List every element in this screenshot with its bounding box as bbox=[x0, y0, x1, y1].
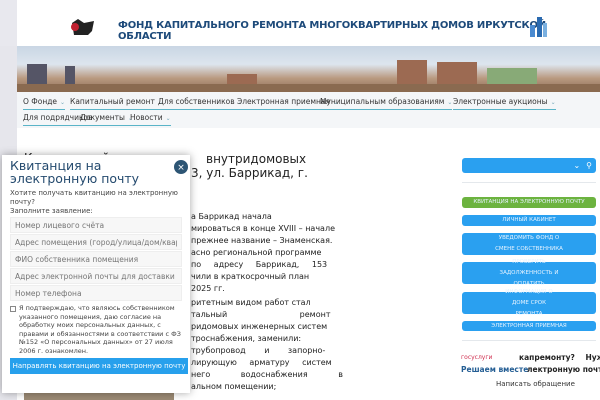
chevron-down-icon[interactable]: ⌄ bbox=[573, 160, 580, 171]
irkutsk-emblem-logo[interactable] bbox=[68, 15, 96, 37]
phone-input[interactable] bbox=[10, 285, 182, 301]
nav-municipal[interactable]: Муниципальным образованиям ⌄ bbox=[320, 97, 453, 110]
widget-question: капремонту? Нужна bbox=[519, 353, 600, 362]
consent-checkbox[interactable] bbox=[10, 306, 16, 312]
consent-text: Я подтверждаю, что являюсь собственником… bbox=[19, 304, 181, 355]
search-icon[interactable]: ⚲ bbox=[586, 160, 592, 171]
divider bbox=[462, 340, 596, 341]
nav-capital-repair[interactable]: Капитальный ремонт ⌄ bbox=[70, 97, 163, 110]
close-icon[interactable]: × bbox=[173, 159, 189, 175]
account-number-input[interactable] bbox=[10, 217, 182, 233]
e-reception-button[interactable]: ЭЛЕКТРОННАЯ ПРИЕМНАЯ bbox=[462, 321, 596, 331]
email-input[interactable] bbox=[10, 268, 182, 284]
house-info-button[interactable]: ИНФОРМАЦИЯ О ДОМЕ СРОК РЕМОНТА bbox=[462, 289, 596, 317]
personal-account-button[interactable]: ЛИЧНЫЙ КАБИНЕТ bbox=[462, 215, 596, 226]
notify-owner-change-button[interactable]: УВЕДОМИТЬ ФОНД О СМЕНЕ СОБСТВЕННИКА bbox=[462, 233, 596, 255]
city-banner-image bbox=[17, 46, 600, 92]
article-title-part: 3, ул. Баррикад, г. bbox=[191, 166, 308, 180]
reshaem-vmeste-link[interactable]: Решаем вместе bbox=[461, 365, 528, 374]
modal-fill-label: Заполните заявление: bbox=[10, 207, 93, 215]
widget-question-2: лектронную почту? bbox=[527, 365, 600, 374]
modal-intro: Хотите получать квитанцию на электронную… bbox=[10, 189, 178, 206]
owner-name-input[interactable] bbox=[10, 251, 182, 267]
fund-logo bbox=[526, 13, 550, 41]
submit-button[interactable]: Направлять квитанцию на электронную почт… bbox=[10, 358, 188, 374]
search-bar[interactable]: ⌄ ⚲ bbox=[462, 158, 596, 173]
address-input[interactable] bbox=[10, 234, 182, 250]
nav-news[interactable]: Новости ⌄ bbox=[130, 113, 171, 126]
divider bbox=[462, 182, 596, 183]
email-receipt-button[interactable]: КВИТАНЦИЯ НА ЭЛЕКТРОННУЮ ПОЧТУ bbox=[462, 197, 596, 208]
article-title-part: внутридомовых bbox=[206, 152, 307, 166]
nav-auctions[interactable]: Электронные аукционы ⌄ bbox=[453, 97, 556, 110]
modal-title: Квитанция на электронную почту bbox=[10, 158, 140, 186]
nav-owners[interactable]: Для собственников ⌄ bbox=[158, 97, 243, 110]
nav-o-fonde[interactable]: О Фонде ⌄ bbox=[23, 97, 66, 110]
check-debt-button[interactable]: ПРОВЕРИТЬ ЗАДОЛЖЕННОСТЬ И ОПЛАТИТЬ bbox=[462, 259, 596, 287]
main-nav: О Фонде ⌄ Капитальный ремонт ⌄ Для собстве… bbox=[17, 92, 600, 128]
nav-documents[interactable]: Документы ⌄ bbox=[80, 113, 133, 126]
email-receipt-modal: Квитанция на электронную почту Хотите по… bbox=[2, 155, 190, 393]
gosuslugi-logo[interactable]: госуслуги bbox=[461, 354, 492, 361]
consent-row: Я подтверждаю, что являюсь собственником… bbox=[10, 304, 182, 355]
write-appeal-link[interactable]: Написать обращение bbox=[496, 380, 575, 388]
